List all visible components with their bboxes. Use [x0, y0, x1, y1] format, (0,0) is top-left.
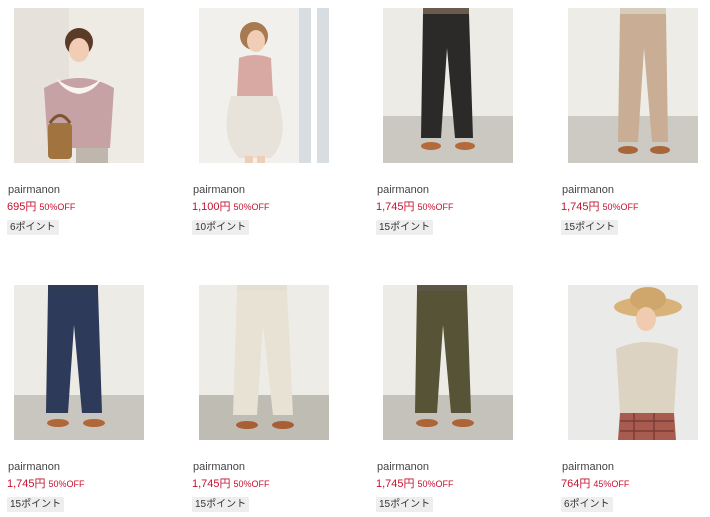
- product-card[interactable]: pairmanon 1,745円 50%OFF 15ポイント: [376, 8, 551, 235]
- points-badge: 6ポイント: [561, 497, 613, 512]
- price: 1,100円: [192, 201, 231, 213]
- brand-name: pairmanon: [193, 461, 245, 473]
- product-image[interactable]: [383, 285, 513, 440]
- product-card[interactable]: pairmanon 695円 50%OFF 6ポイント: [7, 8, 182, 235]
- product-image[interactable]: [14, 285, 144, 440]
- product-card[interactable]: pairmanon 764円 45%OFF 6ポイント: [561, 285, 710, 512]
- product-image[interactable]: [568, 285, 698, 440]
- price: 1,745円: [192, 478, 231, 490]
- price: 1,745円: [376, 201, 415, 213]
- brand-name: pairmanon: [562, 184, 614, 196]
- product-grid: pairmanon 695円 50%OFF 6ポイント pairmanon 1,1…: [0, 0, 710, 517]
- discount-badge: 50%OFF: [48, 479, 85, 489]
- discount-badge: 50%OFF: [233, 202, 270, 212]
- product-card[interactable]: pairmanon 1,745円 50%OFF 15ポイント: [7, 285, 182, 512]
- discount-badge: 50%OFF: [39, 202, 76, 212]
- product-image[interactable]: [199, 8, 329, 163]
- price-row: 764円 45%OFF: [561, 476, 710, 491]
- discount-badge: 45%OFF: [593, 479, 630, 489]
- price-row: 1,745円 50%OFF: [376, 199, 551, 214]
- discount-badge: 50%OFF: [602, 202, 639, 212]
- points-badge: 15ポイント: [561, 220, 619, 235]
- brand-name: pairmanon: [8, 461, 60, 473]
- points-badge: 15ポイント: [7, 497, 65, 512]
- product-card[interactable]: pairmanon 1,100円 50%OFF 10ポイント: [192, 8, 367, 235]
- discount-badge: 50%OFF: [417, 202, 454, 212]
- price: 1,745円: [376, 478, 415, 490]
- brand-name: pairmanon: [377, 461, 429, 473]
- product-image[interactable]: [199, 285, 329, 440]
- brand-name: pairmanon: [562, 461, 614, 473]
- price-row: 1,745円 50%OFF: [7, 476, 182, 491]
- brand-name: pairmanon: [193, 184, 245, 196]
- price: 764円: [561, 478, 591, 490]
- points-badge: 10ポイント: [192, 220, 250, 235]
- points-badge: 15ポイント: [376, 220, 434, 235]
- price-row: 1,100円 50%OFF: [192, 199, 367, 214]
- product-card[interactable]: pairmanon 1,745円 50%OFF 15ポイント: [561, 8, 710, 235]
- price-row: 1,745円 50%OFF: [192, 476, 367, 491]
- price-row: 695円 50%OFF: [7, 199, 182, 214]
- price-row: 1,745円 50%OFF: [561, 199, 710, 214]
- points-badge: 6ポイント: [7, 220, 59, 235]
- price: 1,745円: [7, 478, 46, 490]
- product-card[interactable]: pairmanon 1,745円 50%OFF 15ポイント: [192, 285, 367, 512]
- product-image[interactable]: [568, 8, 698, 163]
- price: 695円: [7, 201, 37, 213]
- brand-name: pairmanon: [377, 184, 429, 196]
- points-badge: 15ポイント: [376, 497, 434, 512]
- product-image[interactable]: [383, 8, 513, 163]
- price: 1,745円: [561, 201, 600, 213]
- brand-name: pairmanon: [8, 184, 60, 196]
- points-badge: 15ポイント: [192, 497, 250, 512]
- product-image[interactable]: [14, 8, 144, 163]
- discount-badge: 50%OFF: [417, 479, 454, 489]
- discount-badge: 50%OFF: [233, 479, 270, 489]
- price-row: 1,745円 50%OFF: [376, 476, 551, 491]
- product-card[interactable]: pairmanon 1,745円 50%OFF 15ポイント: [376, 285, 551, 512]
